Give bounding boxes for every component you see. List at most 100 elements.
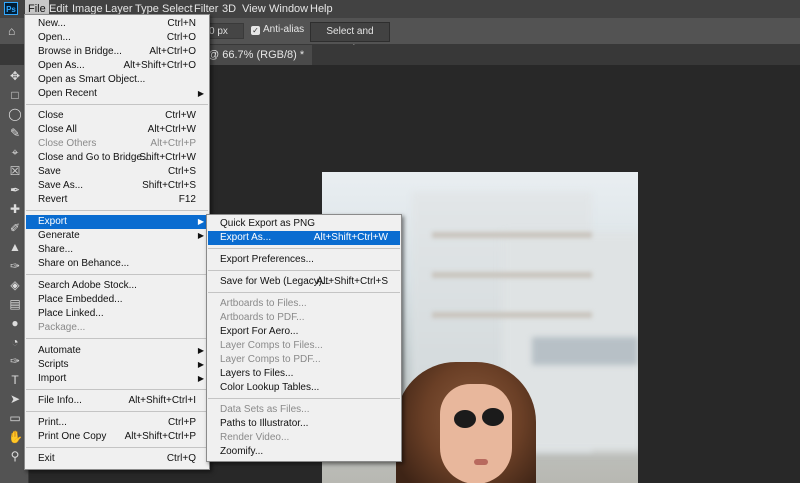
move-icon[interactable]: ✥ [8,69,22,83]
menu-window[interactable]: Window [266,0,311,18]
menu-item-revert[interactable]: Revert F12 [26,193,208,207]
menu-item-print-one-copy[interactable]: Print One Copy Alt+Shift+Ctrl+P [26,430,208,444]
menu-item-new[interactable]: New... Ctrl+N [26,17,208,31]
sunglasses-lens [454,410,476,428]
menu-view[interactable]: View [239,0,269,18]
menu-item-place-embedded[interactable]: Place Embedded... [26,293,208,307]
hand-icon[interactable]: ✋ [8,430,23,444]
menu-3d[interactable]: 3D [219,0,239,18]
menu-item-automate[interactable]: Automate ▶ [26,344,208,358]
menu-item-save-for-web[interactable]: Save for Web (Legacy)... Alt+Shift+Ctrl+S [208,275,400,289]
menu-separator [208,248,400,249]
frame-icon[interactable]: ☒ [8,164,22,178]
menu-item-scripts[interactable]: Scripts ▶ [26,358,208,372]
document-tab[interactable]: @ 66.7% (RGB/8) * [200,45,313,65]
menu-separator [208,270,400,271]
submenu-arrow-icon: ▶ [197,89,204,98]
woman-lips [474,459,488,465]
menu-item-open-recent[interactable]: Open Recent ▶ [26,87,208,101]
crop-icon[interactable]: ⌖ [8,145,22,159]
menu-separator [26,389,208,390]
menu-item-close-all[interactable]: Close All Alt+Ctrl+W [26,123,208,137]
menu-item-close-and-go-to-bridge[interactable]: Close and Go to Bridge... Shift+Ctrl+W [26,151,208,165]
clone-stamp-icon[interactable]: ▲ [8,240,22,254]
blur-icon[interactable]: ● [8,316,22,330]
menu-item-layer-comps-to-files: Layer Comps to Files... [220,340,323,351]
lasso-icon[interactable]: ◯ [8,107,22,121]
path-select-icon[interactable]: ➤ [8,392,22,406]
photoshop-logo[interactable]: Ps [4,2,18,15]
sunglasses-lens [482,408,504,426]
menu-item-save[interactable]: Save Ctrl+S [26,165,208,179]
building-stripe [432,272,592,278]
file-menu: New... Ctrl+N Open... Ctrl+O Browse in Bri… [24,14,210,470]
pen-icon[interactable]: ✑ [8,354,22,368]
menu-separator [26,338,208,339]
menu-separator [208,292,400,293]
menu-item-export-as[interactable]: Export As... Alt+Shift+Ctrl+W [208,231,400,245]
healing-icon[interactable]: ✚ [8,202,22,216]
gradient-icon[interactable]: ▤ [8,297,22,311]
quick-select-icon[interactable]: ✎ [8,126,22,140]
menu-item-share-on-behance[interactable]: Share on Behance... [26,257,208,271]
menu-item-place-linked[interactable]: Place Linked... [26,307,208,321]
zoom-icon[interactable]: ⚲ [8,449,22,463]
menu-separator [26,210,208,211]
menu-item-open[interactable]: Open... Ctrl+O [26,31,208,45]
menu-item-browse-in-bridge[interactable]: Browse in Bridge... Alt+Ctrl+O [26,45,208,59]
menu-item-search-adobe-stock[interactable]: Search Adobe Stock... [26,279,208,293]
export-submenu: Quick Export as PNG Export As... Alt+Shif… [206,214,402,462]
menu-item-zoomify[interactable]: Zoomify... [208,445,400,459]
home-icon[interactable]: ⌂ [8,24,22,38]
submenu-arrow-icon: ▶ [197,360,204,369]
menu-item-render-video: Render Video... [220,432,290,443]
submenu-arrow-icon: ▶ [197,346,204,355]
menu-item-export-preferences[interactable]: Export Preferences... [208,253,400,267]
menu-item-import[interactable]: Import ▶ [26,372,208,386]
menu-item-artboards-to-files: Artboards to Files... [220,298,307,309]
menu-item-data-sets-as-files: Data Sets as Files... [220,404,310,415]
anti-alias-checkbox[interactable]: ✓ [251,26,260,35]
menu-separator [26,274,208,275]
menu-item-exit[interactable]: Exit Ctrl+Q [26,452,208,466]
menu-separator [26,447,208,448]
building-stripe [432,312,592,318]
menu-item-close[interactable]: Close Ctrl+W [26,109,208,123]
menu-item-color-lookup-tables[interactable]: Color Lookup Tables... [208,381,400,395]
walkway-bridge [532,337,638,365]
menu-item-save-as[interactable]: Save As... Shift+Ctrl+S [26,179,208,193]
menu-item-share[interactable]: Share... [26,243,208,257]
brush-icon[interactable]: ✐ [8,221,22,235]
menu-item-open-as[interactable]: Open As... Alt+Shift+Ctrl+O [26,59,208,73]
eyedropper-icon[interactable]: ✒ [8,183,22,197]
menu-item-layer-comps-to-pdf: Layer Comps to PDF... [220,354,321,365]
menu-item-open-as-smart-object[interactable]: Open as Smart Object... [26,73,208,87]
menu-item-generate[interactable]: Generate ▶ [26,229,208,243]
menu-item-package: Package... [38,322,86,333]
menu-item-close-others: Close Others Alt+Ctrl+P [38,138,196,149]
marquee-icon[interactable]: □ [8,88,22,102]
submenu-arrow-icon: ▶ [197,231,204,240]
menu-separator [208,398,400,399]
menu-item-print[interactable]: Print... Ctrl+P [26,416,208,430]
menu-separator [26,411,208,412]
woman-face [440,384,512,483]
menu-item-export-for-aero[interactable]: Export For Aero... [208,325,400,339]
dodge-icon[interactable]: ◔ [8,335,22,349]
menu-item-file-info[interactable]: File Info... Alt+Shift+Ctrl+I [26,394,208,408]
menu-separator [26,104,208,105]
menu-item-export[interactable]: Export ▶ [26,215,208,229]
rectangle-icon[interactable]: ▭ [8,411,22,425]
menu-item-layers-to-files[interactable]: Layers to Files... [208,367,400,381]
menu-item-quick-export-png[interactable]: Quick Export as PNG [208,217,400,231]
submenu-arrow-icon: ▶ [197,217,204,226]
submenu-arrow-icon: ▶ [197,374,204,383]
history-brush-icon[interactable]: ✑ [8,259,22,273]
select-and-mask-button[interactable]: Select and Mask... [310,22,390,55]
building-stripe [432,232,592,238]
menu-item-paths-to-illustrator[interactable]: Paths to Illustrator... [208,417,400,431]
type-icon[interactable]: T [8,373,22,387]
eraser-icon[interactable]: ◈ [8,278,22,292]
menu-help[interactable]: Help [307,0,336,18]
anti-alias-label: Anti-alias [263,24,305,35]
